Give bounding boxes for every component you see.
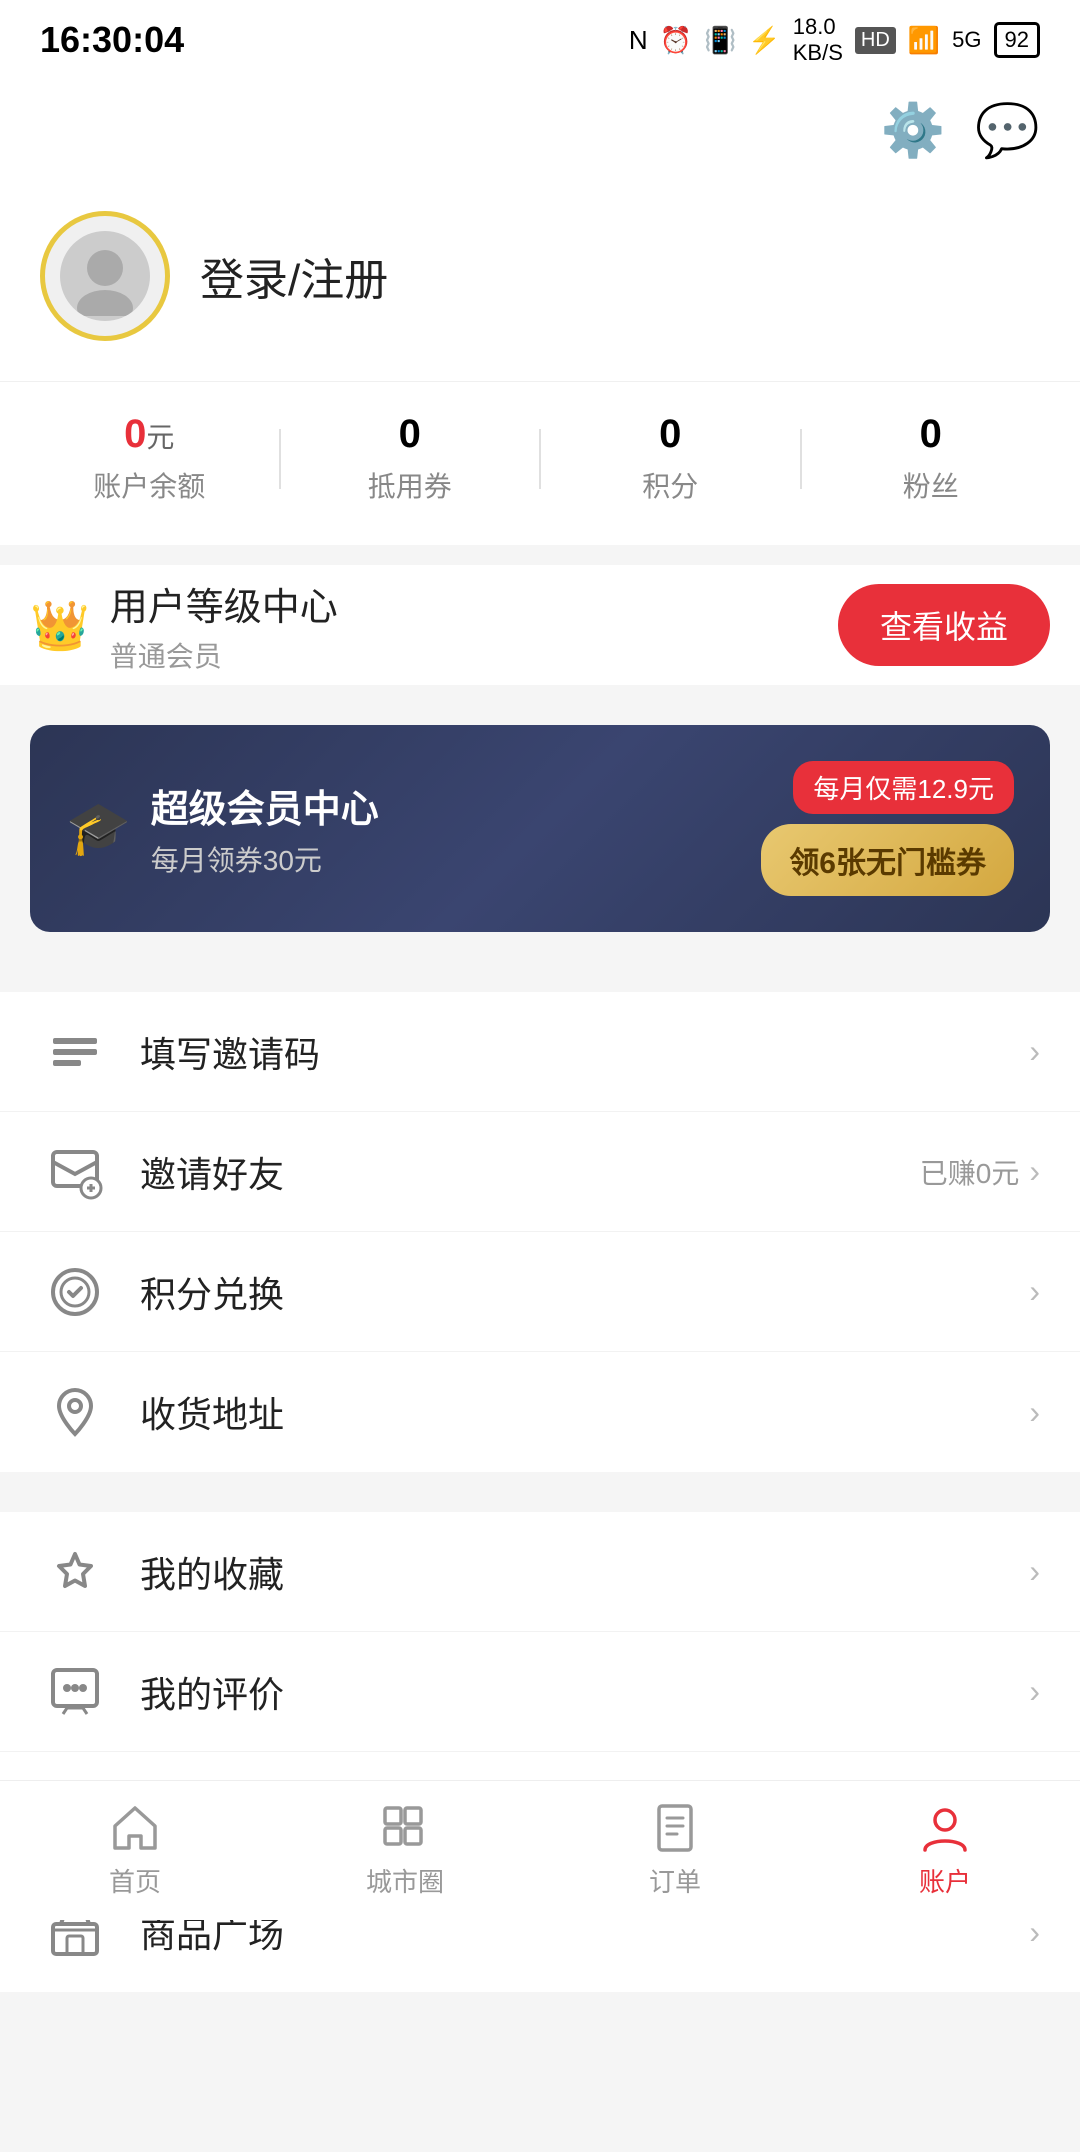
top-action-bar: ⚙️ 💬: [0, 80, 1080, 181]
stat-points-label: 积分: [642, 465, 698, 505]
menu-section-1: 填写邀请码 › 邀请好友 已赚0元 › 积分兑换: [0, 992, 1080, 1472]
hd-icon: HD: [855, 27, 896, 54]
nav-city-label: 城市圈: [366, 1862, 444, 1899]
bottom-pad: [0, 1992, 1080, 2152]
vibrate-icon: 📳: [704, 25, 736, 56]
super-member-banner[interactable]: 🎓 超级会员中心 每月领券30元 每月仅需12.9元 领6张无门槛券: [30, 725, 1050, 932]
address-right: ›: [1029, 1394, 1040, 1431]
message-icon[interactable]: 💬: [975, 100, 1040, 161]
bluetooth-icon: ⚡: [748, 25, 780, 56]
invite-friend-icon: [40, 1137, 110, 1207]
nav-home-label: 首页: [109, 1862, 161, 1899]
avatar: [60, 231, 150, 321]
status-bar: 16:30:04 Ν ⏰ 📳 ⚡ 18.0KB/S HD 📶 5G 92: [0, 0, 1080, 80]
chevron-icon: ›: [1029, 1033, 1040, 1070]
favorites-icon: [40, 1537, 110, 1607]
chevron-icon: ›: [1029, 1153, 1040, 1190]
account-nav-icon: [919, 1802, 971, 1854]
menu-gap-2: [0, 1472, 1080, 1492]
stat-fans-label: 粉丝: [903, 465, 959, 505]
level-left: 👑 用户等级中心 普通会员: [30, 576, 338, 675]
stat-points[interactable]: 0 积分: [541, 412, 800, 505]
profile-section: 登录/注册: [0, 181, 1080, 381]
chevron-icon: ›: [1029, 1273, 1040, 1310]
stat-balance-label: 账户余额: [93, 465, 205, 505]
menu-item-points-exchange[interactable]: 积分兑换 ›: [0, 1232, 1080, 1352]
status-icons: Ν ⏰ 📳 ⚡ 18.0KB/S HD 📶 5G 92: [629, 14, 1040, 66]
bottom-nav: 首页 城市圈 订单 账户: [0, 1780, 1080, 1920]
banner-title: 超级会员中心: [151, 778, 379, 833]
home-nav-icon: [109, 1802, 161, 1854]
login-register-text[interactable]: 登录/注册: [200, 244, 388, 308]
points-exchange-icon: [40, 1257, 110, 1327]
status-time: 16:30:04: [40, 19, 184, 61]
level-card: 👑 用户等级中心 普通会员 查看收益: [0, 565, 1080, 685]
stat-fans[interactable]: 0 粉丝: [802, 412, 1061, 505]
crown-icon: 👑: [30, 597, 90, 654]
nfc-icon: Ν: [629, 25, 648, 56]
menu-section-2: 我的收藏 › 我的评价 ›: [0, 1512, 1080, 1992]
level-subtitle: 普通会员: [110, 635, 338, 675]
reviews-text: 我的评价: [140, 1666, 1029, 1718]
nav-item-account[interactable]: 账户: [810, 1802, 1080, 1899]
wifi-icon: 📶: [908, 25, 940, 56]
nav-item-orders[interactable]: 订单: [540, 1802, 810, 1899]
menu-item-reviews[interactable]: 我的评价 ›: [0, 1632, 1080, 1752]
stats-row: 0元 账户余额 0 抵用券 0 积分 0 粉丝: [0, 381, 1080, 545]
stat-points-value: 0: [659, 412, 681, 457]
invite-code-text: 填写邀请码: [140, 1026, 1029, 1078]
points-exchange-right: ›: [1029, 1273, 1040, 1310]
chevron-icon: ›: [1029, 1673, 1040, 1710]
stat-coupon[interactable]: 0 抵用券: [281, 412, 540, 505]
chevron-icon: ›: [1029, 1394, 1040, 1431]
banner-subtitle: 每月领券30元: [151, 839, 379, 879]
nav-account-label: 账户: [919, 1862, 971, 1899]
level-title: 用户等级中心: [110, 576, 338, 631]
coupon-button[interactable]: 领6张无门槛券: [761, 824, 1014, 896]
menu-item-favorites[interactable]: 我的收藏 ›: [0, 1512, 1080, 1632]
menu-item-address[interactable]: 收货地址 ›: [0, 1352, 1080, 1472]
nav-item-city[interactable]: 城市圈: [270, 1802, 540, 1899]
city-nav-icon: [379, 1802, 431, 1854]
stat-coupon-value: 0: [399, 412, 421, 457]
data-speed-icon: 18.0KB/S: [793, 14, 843, 66]
points-exchange-text: 积分兑换: [140, 1266, 1029, 1318]
chevron-icon: ›: [1029, 1553, 1040, 1590]
favorites-text: 我的收藏: [140, 1546, 1029, 1598]
reviews-icon: [40, 1657, 110, 1727]
level-text: 用户等级中心 普通会员: [110, 576, 338, 675]
address-text: 收货地址: [140, 1386, 1029, 1438]
alarm-icon: ⏰: [660, 25, 692, 56]
address-icon: [40, 1377, 110, 1447]
invite-code-right: ›: [1029, 1033, 1040, 1070]
view-income-button[interactable]: 查看收益: [838, 584, 1050, 666]
reviews-right: ›: [1029, 1673, 1040, 1710]
nav-orders-label: 订单: [649, 1862, 701, 1899]
price-badge: 每月仅需12.9元: [793, 761, 1014, 814]
stat-balance[interactable]: 0元 账户余额: [20, 412, 279, 505]
banner-text: 超级会员中心 每月领券30元: [151, 778, 379, 879]
nav-item-home[interactable]: 首页: [0, 1802, 270, 1899]
section-gap-2: [0, 685, 1080, 705]
settings-icon[interactable]: ⚙️: [881, 100, 946, 161]
banner-left: 🎓 超级会员中心 每月领券30元: [66, 778, 379, 879]
stat-balance-value: 0元: [124, 412, 174, 457]
menu-item-invite-code[interactable]: 填写邀请码 ›: [0, 992, 1080, 1112]
banner-right: 每月仅需12.9元 领6张无门槛券: [761, 761, 1014, 896]
signal-5g-icon: 5G: [952, 27, 981, 53]
favorites-right: ›: [1029, 1553, 1040, 1590]
stat-coupon-label: 抵用券: [368, 465, 452, 505]
section-gap-1: [0, 545, 1080, 565]
menu-gap-1: [0, 952, 1080, 972]
menu-item-invite-friend[interactable]: 邀请好友 已赚0元 ›: [0, 1112, 1080, 1232]
graduation-icon: 🎓: [66, 798, 131, 859]
avatar-wrapper[interactable]: [40, 211, 170, 341]
invite-friend-badge: 已赚0元: [920, 1152, 1020, 1192]
invite-code-icon: [40, 1017, 110, 1087]
stat-fans-value: 0: [920, 412, 942, 457]
order-nav-icon: [649, 1802, 701, 1854]
invite-friend-right: 已赚0元 ›: [920, 1152, 1040, 1192]
invite-friend-text: 邀请好友: [140, 1146, 920, 1198]
battery-icon: 92: [994, 22, 1040, 58]
